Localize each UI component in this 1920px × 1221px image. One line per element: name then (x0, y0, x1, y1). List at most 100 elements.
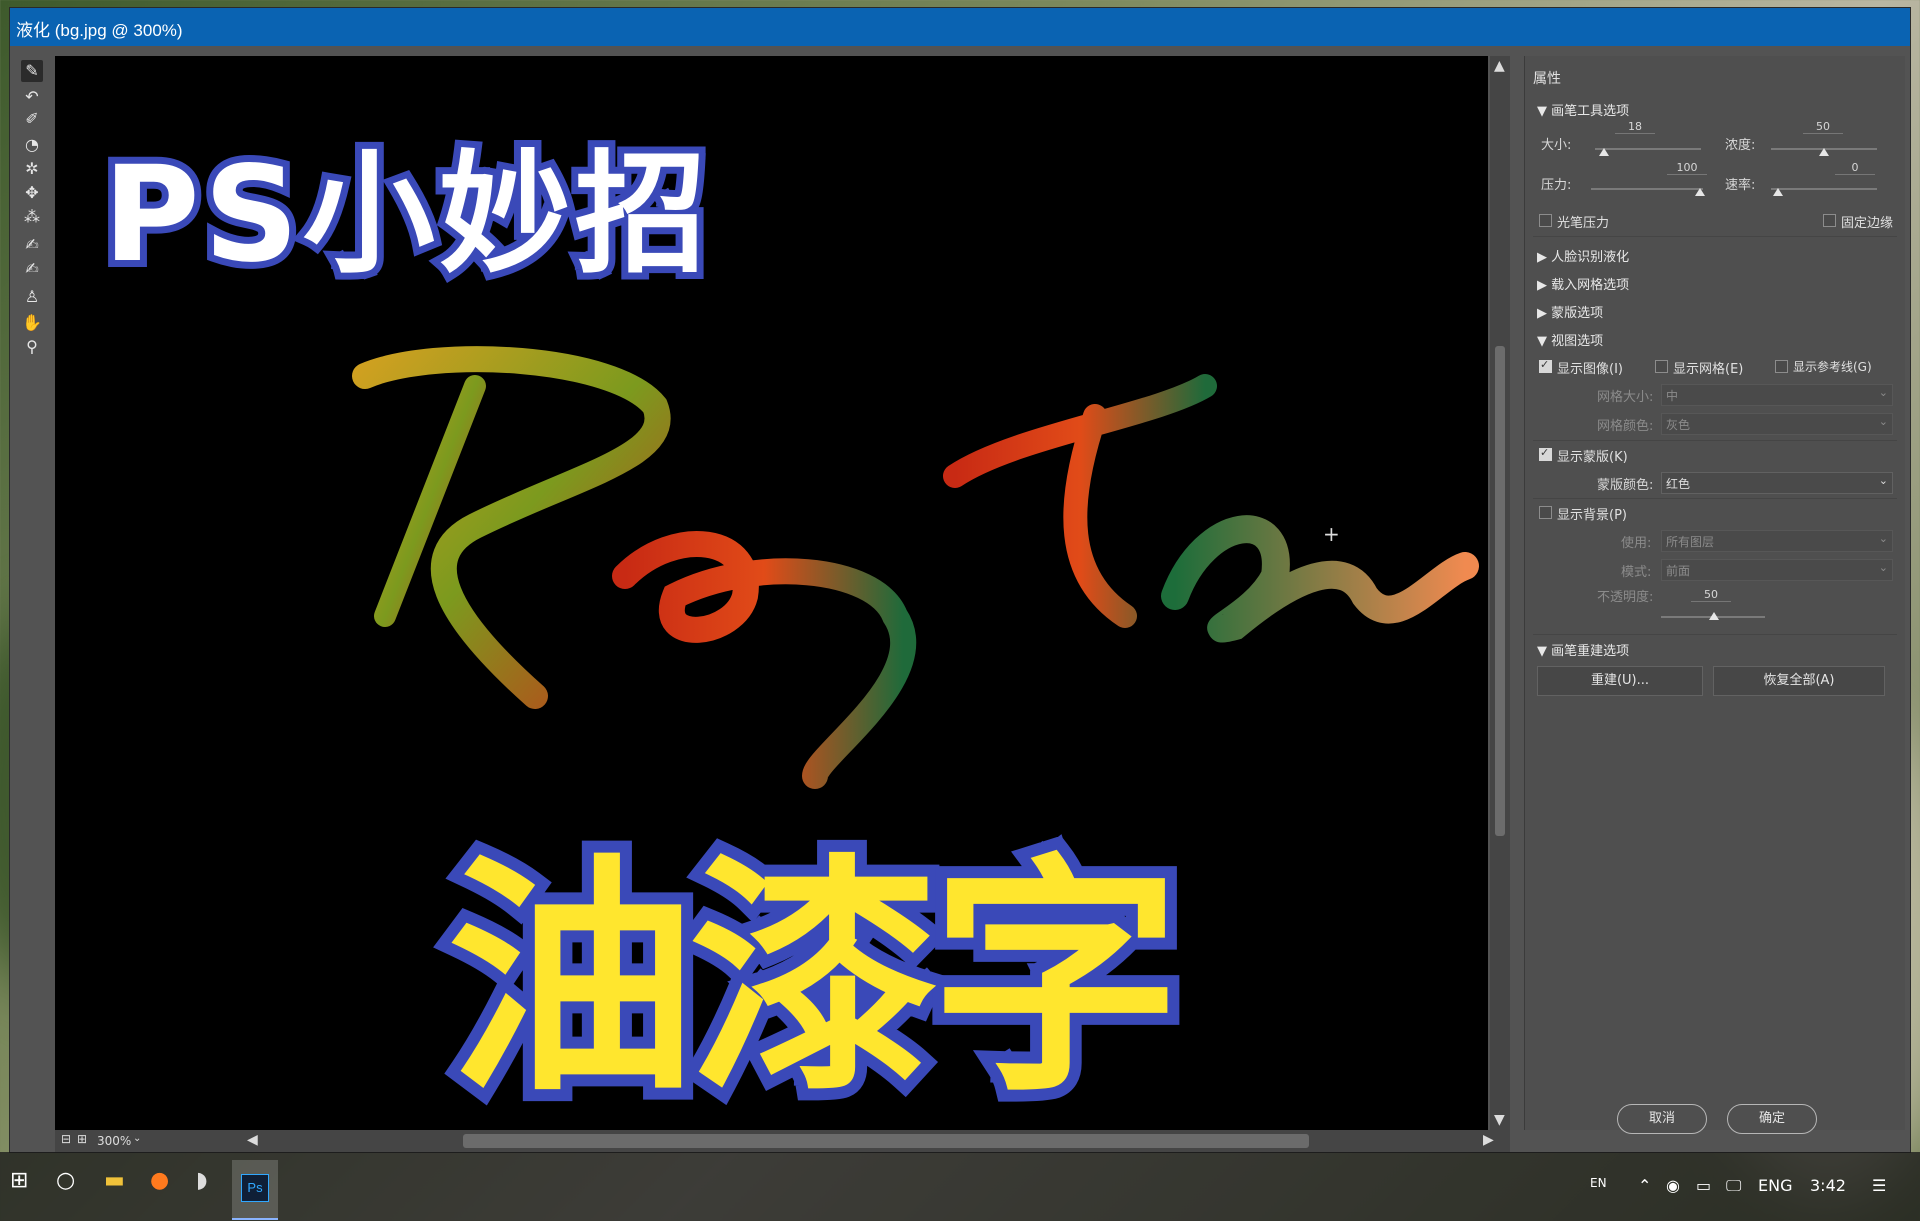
density-slider-knob[interactable] (1819, 148, 1829, 156)
pin-edges-label: 固定边缘 (1841, 216, 1894, 231)
pressure-value[interactable]: 100 (1667, 161, 1707, 175)
show-image-label: 显示图像(I) (1557, 362, 1623, 377)
overlay-title-top: PS小妙招 (96, 131, 714, 299)
freeze-mask-tool-icon[interactable]: ✍ (21, 234, 43, 256)
stroke-letters-en (1161, 515, 1479, 643)
pressure-slider-knob[interactable] (1695, 188, 1705, 196)
load-mesh-options-label: 载入网格选项 (1551, 278, 1630, 293)
push-left-tool-icon[interactable]: ⁂ (21, 206, 43, 228)
tool-panel: ✎ ↶ ✐ ◔ ✲ ✥ ⁂ ✍ ✍ ♙ ✋ ⚲ (10, 54, 54, 1124)
app-icon[interactable]: ◗ (196, 1168, 208, 1193)
cancel-button[interactable]: 取消 (1617, 1104, 1707, 1134)
use-select[interactable]: 所有图层 ⌄ (1661, 530, 1893, 552)
tray-app-icon[interactable]: ◉ (1666, 1176, 1680, 1195)
reconstruct-options-header-label: 画笔重建选项 (1551, 644, 1630, 659)
mesh-size-select[interactable]: 中 ⌄ (1661, 384, 1893, 406)
zoom-in-icon[interactable]: ⊞ (77, 1132, 87, 1146)
zoom-dropdown-icon[interactable]: ⌄ (133, 1133, 141, 1144)
view-options-header[interactable]: ▼ 视图选项 (1537, 330, 1603, 349)
face-tool-icon[interactable]: ♙ (21, 286, 43, 308)
size-slider-knob[interactable] (1599, 148, 1609, 156)
size-slider[interactable] (1595, 148, 1701, 150)
face-aware-liquify-header[interactable]: ▶ 人脸识别液化 (1537, 246, 1629, 265)
pressure-label: 压力: (1541, 178, 1572, 193)
reconstruct-options-header[interactable]: ▼ 画笔重建选项 (1537, 640, 1629, 659)
reconstruct-button[interactable]: 重建(U)... (1537, 666, 1703, 696)
title-bar[interactable]: 液化 (bg.jpg @ 300%) (10, 8, 1910, 46)
pin-edges-checkbox[interactable] (1823, 214, 1836, 227)
zoom-out-icon[interactable]: ⊟ (61, 1132, 71, 1146)
language-indicator[interactable]: ENG (1758, 1176, 1792, 1195)
windows-start-icon[interactable]: ⊞ (10, 1168, 28, 1193)
notifications-icon[interactable]: ☰ (1872, 1176, 1886, 1195)
chevron-down-icon: ⌄ (1878, 415, 1888, 428)
show-guides-checkbox[interactable] (1775, 360, 1788, 373)
twirl-tool-icon[interactable]: ◔ (21, 134, 43, 156)
hand-tool-icon[interactable]: ✋ (21, 312, 43, 334)
load-mesh-options-header[interactable]: ▶ 载入网格选项 (1537, 274, 1629, 293)
overlay-title-bottom: 油漆字 (435, 822, 1193, 1130)
stylus-pressure-label: 光笔压力 (1557, 216, 1610, 231)
crosshair-cursor-icon: + (1323, 522, 1340, 546)
status-bar: ⊟ ⊞ 300% ⌄ ◀ ▶ (55, 1130, 1510, 1152)
ok-button[interactable]: 确定 (1727, 1104, 1817, 1134)
reconstruct-tool-icon[interactable]: ↶ (21, 86, 43, 108)
chevron-up-icon[interactable]: ⌃ (1638, 1176, 1651, 1195)
rate-slider-knob[interactable] (1773, 188, 1783, 196)
mesh-color-label: 网格颜色: (1597, 419, 1654, 434)
preview-canvas[interactable]: PS小妙招 油漆字 + (55, 56, 1488, 1130)
opacity-slider-knob[interactable] (1709, 612, 1719, 620)
show-mask-checkbox[interactable] (1539, 446, 1552, 461)
horizontal-scroll-thumb[interactable] (463, 1134, 1309, 1148)
size-label: 大小: (1541, 138, 1572, 153)
stylus-pressure-checkbox[interactable] (1539, 214, 1552, 227)
chevron-down-icon: ⌄ (1878, 474, 1888, 487)
pressure-slider[interactable] (1591, 188, 1703, 190)
restore-all-button[interactable]: 恢复全部(A) (1713, 666, 1885, 696)
rate-slider[interactable] (1771, 188, 1877, 190)
divider (1533, 236, 1897, 237)
vertical-scrollbar[interactable]: ▲ ▼ (1490, 56, 1510, 1130)
size-value[interactable]: 18 (1615, 120, 1655, 134)
scroll-left-icon[interactable]: ◀ (247, 1132, 258, 1148)
show-backdrop-checkbox[interactable] (1539, 506, 1552, 519)
photoshop-taskbar-button[interactable]: Ps (232, 1160, 278, 1220)
forward-warp-tool-icon[interactable]: ✎ (21, 60, 43, 82)
scroll-right-icon[interactable]: ▶ (1483, 1132, 1494, 1148)
battery-icon[interactable]: ▭ (1696, 1176, 1711, 1195)
show-guides-label: 显示参考线(G) (1793, 360, 1872, 374)
show-image-checkbox[interactable] (1539, 358, 1552, 373)
thaw-mask-tool-icon[interactable]: ✍ (21, 258, 43, 280)
density-label: 浓度: (1725, 138, 1756, 153)
zoom-tool-icon[interactable]: ⚲ (21, 336, 43, 358)
mask-color-select[interactable]: 红色 ⌄ (1661, 472, 1893, 494)
smooth-tool-icon[interactable]: ✐ (21, 108, 43, 130)
mode-select[interactable]: 前面 ⌄ (1661, 559, 1893, 581)
mesh-color-select[interactable]: 灰色 ⌄ (1661, 413, 1893, 435)
divider (1533, 498, 1897, 499)
divider (1533, 634, 1897, 635)
brush-options-header[interactable]: ▼ 画笔工具选项 (1537, 100, 1629, 119)
opacity-value[interactable]: 50 (1691, 588, 1731, 602)
network-icon[interactable]: 🖵 (1726, 1176, 1741, 1196)
zoom-level[interactable]: 300% (97, 1134, 131, 1148)
divider (1533, 440, 1897, 441)
cortana-icon[interactable]: ○ (56, 1168, 75, 1193)
vertical-scroll-thumb[interactable] (1495, 346, 1505, 836)
rate-value[interactable]: 0 (1835, 161, 1875, 175)
view-options-header-label: 视图选项 (1551, 334, 1604, 349)
file-explorer-icon[interactable]: ▬ (104, 1168, 125, 1193)
density-value[interactable]: 50 (1803, 120, 1843, 134)
mask-options-header[interactable]: ▶ 蒙版选项 (1537, 302, 1603, 321)
chevron-down-icon: ⌄ (1878, 561, 1888, 574)
stroke-letters-ay (612, 531, 917, 789)
show-mesh-checkbox[interactable] (1655, 360, 1668, 373)
scroll-down-icon[interactable]: ▼ (1494, 1112, 1505, 1128)
bloat-tool-icon[interactable]: ✥ (21, 182, 43, 204)
clock[interactable]: 3:42 (1810, 1176, 1846, 1195)
liquify-dialog: 液化 (bg.jpg @ 300%) ✎ ↶ ✐ ◔ ✲ ✥ ⁂ ✍ ✍ ♙ ✋… (10, 8, 1910, 1152)
pucker-tool-icon[interactable]: ✲ (21, 158, 43, 180)
ime-indicator[interactable]: EN (1590, 1176, 1607, 1190)
scroll-up-icon[interactable]: ▲ (1494, 58, 1505, 74)
firefox-icon[interactable]: ● (150, 1168, 169, 1193)
